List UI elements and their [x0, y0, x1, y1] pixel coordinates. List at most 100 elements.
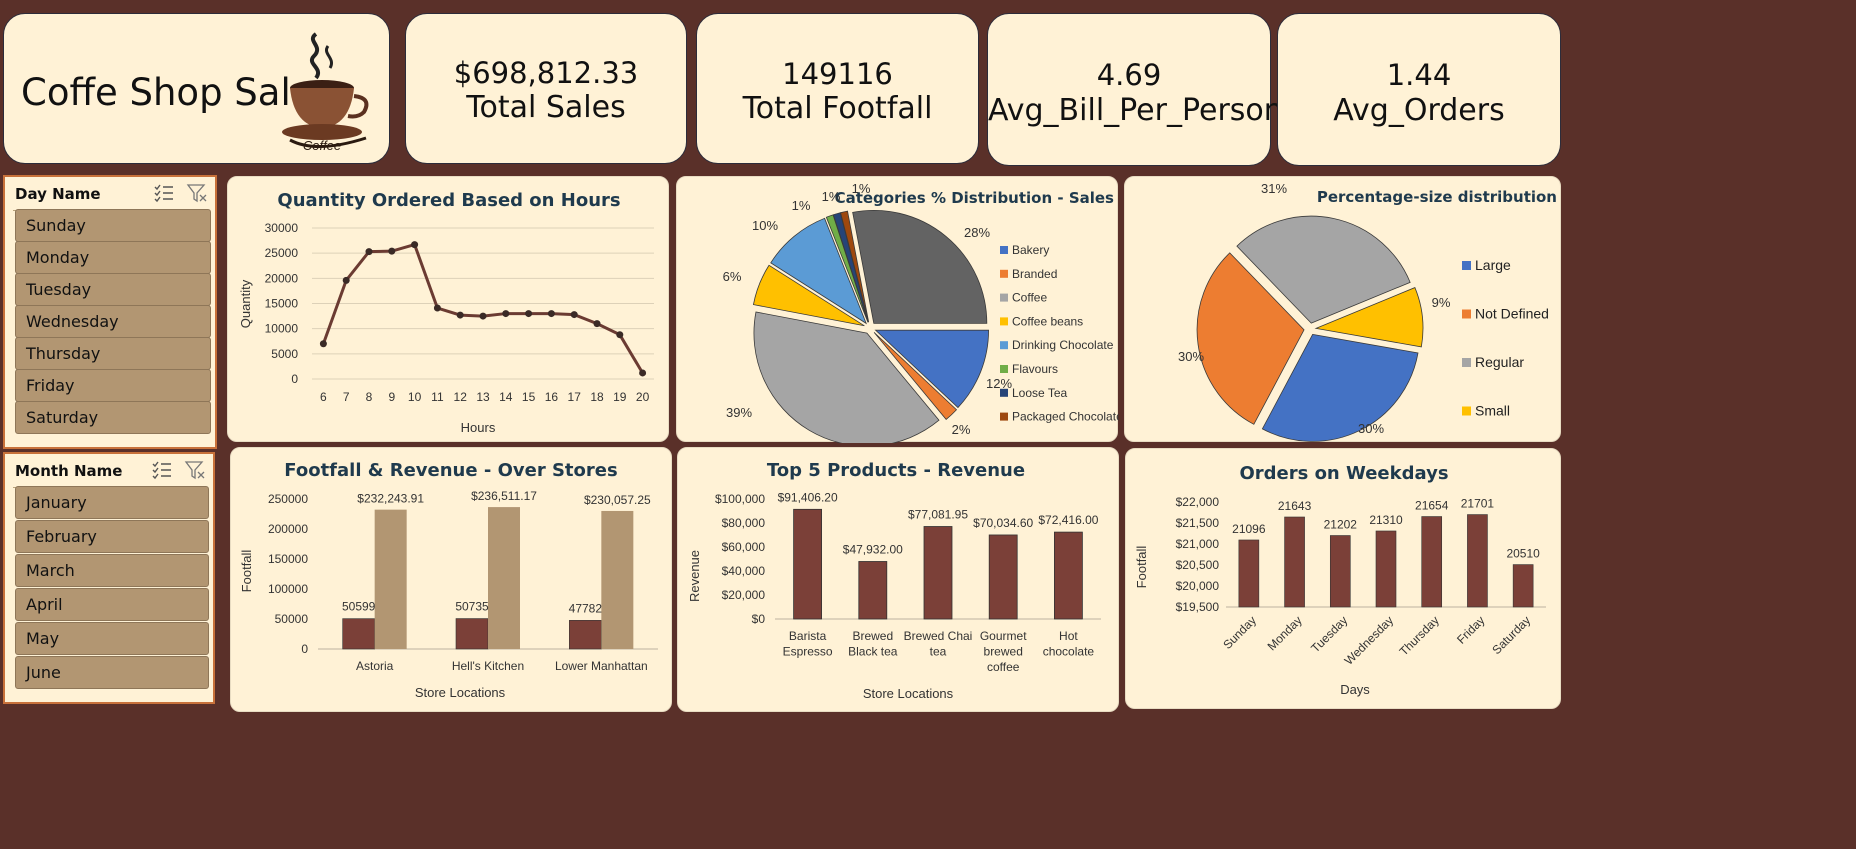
product-bar — [1053, 531, 1083, 620]
legend-swatch — [1000, 317, 1008, 326]
data-label: $47,932.00 — [843, 542, 903, 556]
data-label: 6% — [723, 269, 742, 284]
multi-select-icon[interactable] — [153, 183, 175, 203]
x-axis-label: Store Locations — [415, 685, 506, 700]
revenue-bar — [601, 510, 634, 649]
y-tick-label: $40,000 — [722, 564, 766, 578]
x-tick-label: 12 — [454, 390, 468, 404]
data-label: $70,034.60 — [973, 516, 1033, 530]
y-axis-label: Footfall — [1134, 546, 1149, 589]
x-tick-label: coffee — [987, 660, 1020, 674]
footfall-bar — [455, 618, 489, 650]
data-point — [388, 247, 396, 255]
data-point — [593, 320, 601, 328]
x-tick-label: Friday — [1454, 613, 1487, 646]
data-label: 30% — [1178, 349, 1204, 364]
data-point — [411, 241, 419, 249]
slicer-item-may[interactable]: May — [15, 622, 209, 655]
footfall-bar — [342, 618, 375, 650]
x-tick-label: Brewed — [852, 629, 893, 643]
data-point — [456, 311, 464, 319]
y-tick-label: 50000 — [275, 612, 309, 626]
y-tick-label: $20,000 — [1176, 579, 1220, 593]
kpi-total-sales: $698,812.33 Total Sales — [405, 13, 687, 164]
x-tick-label: 9 — [388, 390, 395, 404]
legend-swatch — [1000, 293, 1008, 302]
data-point — [502, 310, 510, 318]
footfall-bar — [569, 620, 602, 650]
slicer-item-march[interactable]: March — [15, 554, 209, 587]
clear-filter-icon[interactable] — [186, 183, 208, 203]
data-label: 21654 — [1415, 499, 1449, 513]
y-tick-label: $21,000 — [1176, 537, 1220, 551]
x-tick-label: Espresso — [783, 645, 833, 659]
x-tick-label: tea — [930, 645, 947, 659]
data-label: 20510 — [1506, 547, 1540, 561]
data-point — [616, 331, 624, 339]
x-tick-label: 13 — [476, 390, 490, 404]
y-tick-label: 15000 — [265, 297, 299, 311]
data-label: 50599 — [342, 600, 376, 614]
kpi-avg-orders: 1.44 Avg_Orders — [1277, 13, 1561, 166]
data-label: $230,057.25 — [584, 493, 651, 507]
data-label: 21310 — [1369, 513, 1403, 527]
weekday-bar — [1238, 539, 1260, 608]
weekday-bar — [1421, 516, 1443, 608]
slicer-item-tuesday[interactable]: Tuesday — [15, 273, 211, 306]
legend-label: Drinking Chocolate — [1012, 338, 1114, 352]
x-axis-label: Store Locations — [863, 686, 954, 701]
y-tick-label: 150000 — [268, 552, 308, 566]
clear-filter-icon[interactable] — [184, 460, 206, 480]
legend-swatch — [1462, 309, 1471, 319]
slicer-item-january[interactable]: January — [15, 486, 209, 519]
slicer-item-june[interactable]: June — [15, 656, 209, 689]
chart-title: Percentage-size distribution — [1317, 188, 1557, 206]
title-card: Coffe Shop Sales Coffee — [3, 13, 390, 164]
slicer-item-april[interactable]: April — [15, 588, 209, 621]
slicer-item-sunday[interactable]: Sunday — [15, 209, 211, 242]
x-tick-label: Hot — [1059, 629, 1078, 643]
y-axis-label: Revenue — [687, 550, 702, 602]
x-tick-label: Tuesday — [1308, 613, 1350, 655]
x-tick-label: brewed — [984, 645, 1023, 659]
x-tick-label: Barista — [789, 629, 827, 643]
legend-swatch — [1462, 406, 1471, 416]
x-axis-label: Hours — [461, 420, 496, 435]
x-tick-label: 19 — [613, 390, 627, 404]
data-point — [433, 304, 441, 312]
categories-chart-panel: Categories % Distribution - Sales 12% 2% 39… — [676, 176, 1123, 447]
product-bar — [858, 561, 888, 620]
multi-select-icon[interactable] — [151, 460, 173, 480]
y-tick-label: $20,500 — [1176, 558, 1220, 572]
slicer-title: Day Name — [15, 185, 101, 203]
y-tick-label: $0 — [752, 612, 766, 626]
x-tick-label: 10 — [408, 390, 422, 404]
legend-swatch — [1000, 388, 1008, 397]
legend-swatch — [1000, 412, 1008, 421]
slicer-item-thursday[interactable]: Thursday — [15, 337, 211, 370]
legend-label: Regular — [1475, 354, 1524, 370]
data-label: 28% — [964, 225, 990, 240]
x-tick-label: Hell's Kitchen — [452, 659, 524, 673]
slicer-item-february[interactable]: February — [15, 520, 209, 553]
slicer-item-wednesday[interactable]: Wednesday — [15, 305, 211, 338]
x-tick-label: Saturday — [1489, 613, 1533, 657]
x-tick-label: 7 — [343, 390, 350, 404]
data-label: $91,406.20 — [778, 490, 838, 504]
x-tick-label: Astoria — [356, 659, 394, 673]
sizes-pie-chart: Percentage-size distribution 30% 30% 31% 9% L… — [1178, 181, 1557, 442]
slicer-item-friday[interactable]: Friday — [15, 369, 211, 402]
legend-swatch — [1000, 269, 1008, 278]
slicer-item-saturday[interactable]: Saturday — [15, 401, 211, 434]
coffee-cup-logo: Coffee — [282, 32, 369, 153]
data-point — [365, 248, 373, 256]
revenue-bar — [374, 509, 407, 649]
y-axis-label: Quantity — [238, 279, 253, 328]
chart-title: Quantity Ordered Based on Hours — [277, 190, 620, 211]
x-tick-label: 15 — [522, 390, 536, 404]
y-tick-label: $21,500 — [1176, 516, 1220, 530]
x-tick-label: Brewed Chai — [904, 629, 973, 643]
kpi-value: 1.44 — [1386, 58, 1452, 92]
y-tick-label: $22,000 — [1176, 495, 1220, 509]
slicer-item-monday[interactable]: Monday — [15, 241, 211, 274]
